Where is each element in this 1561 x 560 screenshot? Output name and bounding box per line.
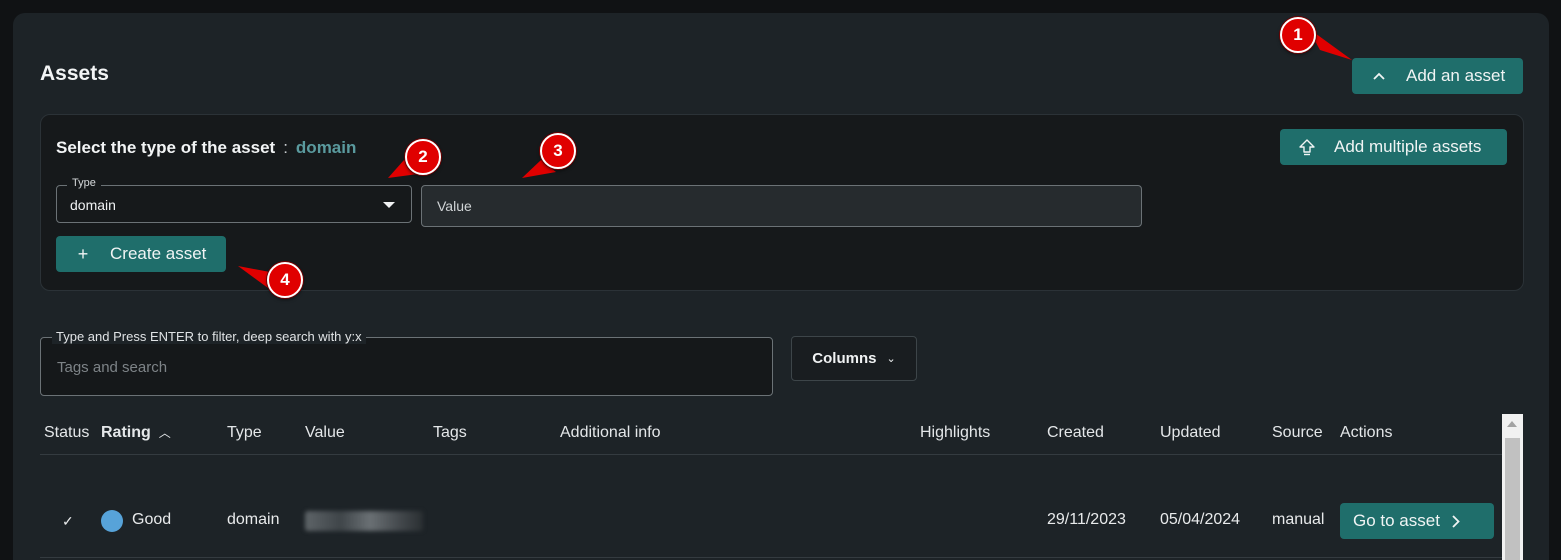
annotation-marker-3: 3 — [540, 133, 576, 169]
annotation-pointer-4 — [238, 266, 270, 288]
annotation-marker-2: 2 — [405, 139, 441, 175]
annotation-marker-1: 1 — [1280, 17, 1316, 53]
annotation-marker-4: 4 — [267, 262, 303, 298]
annotation-pointers — [238, 28, 1352, 288]
